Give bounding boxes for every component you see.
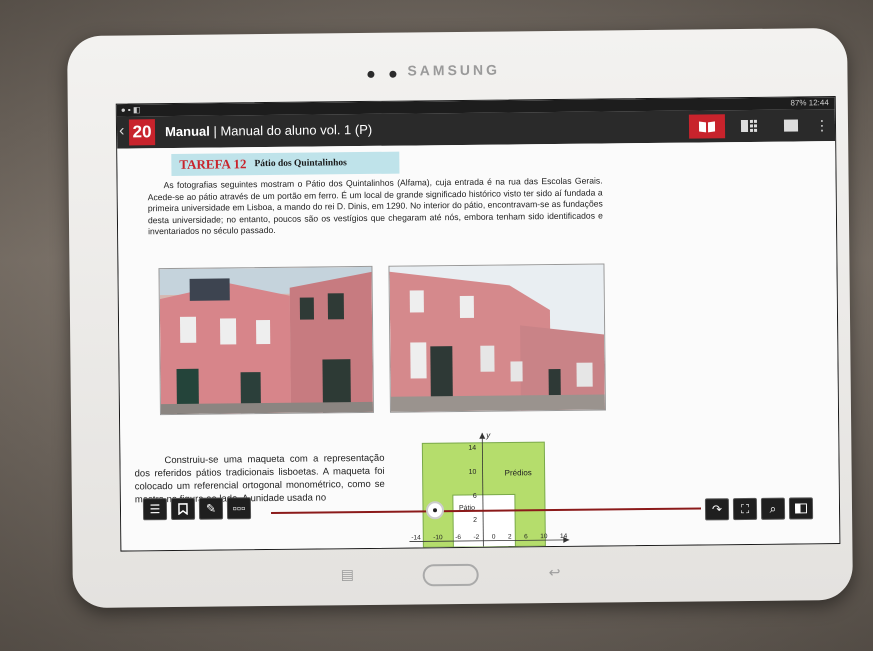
book-page: TAREFA 12 Pátio dos Quintalinhos As foto… [117,141,840,551]
app-logo[interactable]: 20 [128,119,156,146]
home-button[interactable] [422,563,479,587]
task-name: Pátio dos Quintalinhos [254,158,347,170]
list-icon[interactable]: ☰ [142,498,168,521]
x-tick: -6 [455,534,461,542]
title-separator: | [209,123,221,139]
tablet-device: SAMSUNG ● ▪ ◧ 87% 12:44 ‹ 20 Manual | Ma… [67,27,853,609]
more-icon[interactable]: ⋮ [815,113,829,137]
screen: ● ▪ ◧ 87% 12:44 ‹ 20 Manual | Manual do … [115,96,841,552]
x-tick: 2 [507,533,512,541]
y-tick-2: 2 [473,516,478,524]
status-right: 87% 12:44 [790,98,828,107]
coordinate-figure: y 14 10 6 2 Prédios Pátio -14 -10 -6 -2 … [408,430,570,548]
x-tick: 14 [559,532,568,540]
x-tick: 10 [540,533,548,541]
task-header: TAREFA 12 Pátio dos Quintalinhos [171,151,400,177]
y-tick-14: 14 [468,444,477,452]
document-title: Manual | Manual do aluno vol. 1 (P) [165,122,372,139]
x-tick: 0 [491,533,496,541]
y-axis-label: y [486,430,491,440]
x-tick: -2 [473,533,480,541]
brand-label: SAMSUNG [407,61,501,79]
y-tick-6: 6 [472,492,477,500]
zoom-icon[interactable]: ⌕ [760,497,786,520]
x-tick: 6 [524,533,528,541]
clock: 12:44 [808,98,829,108]
grid-icon[interactable] [731,114,767,138]
camera-dot [389,70,397,78]
title-bold: Manual [164,123,210,140]
dots-icon[interactable]: ▫▫▫ [226,497,252,520]
task-number: TAREFA 12 [179,156,247,172]
intro-paragraph: As fotografias seguintes mostram o Pátio… [147,175,603,237]
redo-arrow-icon[interactable]: ↷ [704,498,730,521]
view-mode-icons: ⋮ [688,113,829,139]
y-tick-10: 10 [468,468,477,476]
x-tick: -14 [411,534,421,542]
single-page-icon[interactable] [773,113,809,137]
pen-icon[interactable]: ✎ [198,497,224,520]
photo-patio-right [388,263,606,413]
notification-icons: ● ▪ ◧ [120,105,141,115]
left-toolbar: ☰ ✎ ▫▫▫ [142,497,252,521]
panel-icon[interactable] [788,497,814,520]
sensor-dot [367,70,375,78]
battery-level: 87% [790,98,807,108]
book-icon[interactable] [688,114,726,139]
right-toolbar: ↷ ⛶ ⌕ [704,497,814,521]
back-arrow-icon[interactable]: ‹ [119,123,125,141]
page-progress-handle[interactable] [425,501,445,520]
fullscreen-icon[interactable]: ⛶ [732,497,758,521]
title-rest: Manual do aluno vol. 1 (P) [220,121,373,139]
menu-icon[interactable]: ▤ [341,566,354,583]
bookmark-icon[interactable] [170,497,196,521]
back-icon[interactable]: ↩ [549,564,561,581]
x-tick: -10 [433,534,443,542]
label-buildings: Prédios [504,468,532,478]
photo-patio-left [158,265,374,416]
